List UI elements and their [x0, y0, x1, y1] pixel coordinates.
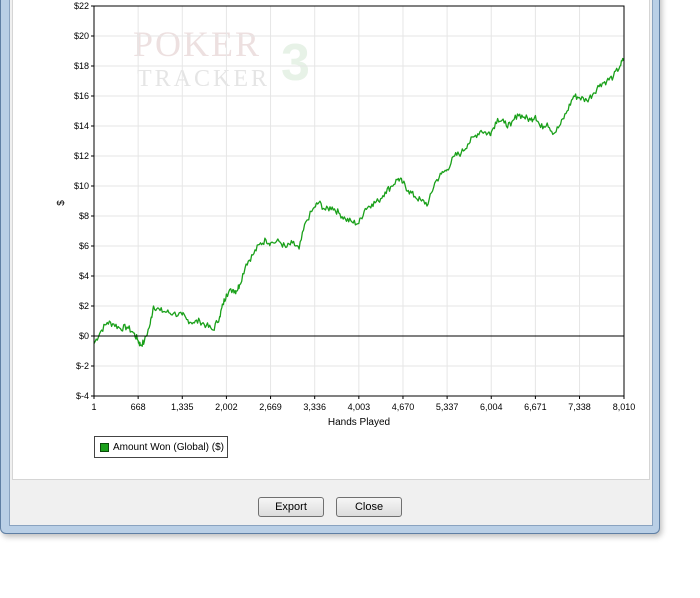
close-button-label: Close	[354, 501, 384, 513]
x-tick-label: 1,335	[171, 402, 194, 412]
y-tick-label: $6	[79, 241, 89, 251]
y-tick-label: $0	[79, 331, 89, 341]
x-tick-label: 6,004	[480, 402, 503, 412]
y-tick-label: $22	[74, 1, 89, 11]
x-tick-label: 3,336	[303, 402, 326, 412]
x-tick-label: 7,338	[568, 402, 591, 412]
export-button-label: Export	[275, 501, 307, 513]
y-tick-label: $4	[79, 271, 89, 281]
y-tick-label: $10	[74, 181, 89, 191]
y-tick-label: $14	[74, 121, 89, 131]
x-tick-label: 4,003	[348, 402, 371, 412]
axes: $-4 $-2 $0 $2 $4 $6 $8 $10 $12 $14 $16 $18 $20 $22 1 66…	[74, 1, 635, 412]
x-tick-label: 8,010	[613, 402, 636, 412]
y-tick-label: $20	[74, 31, 89, 41]
x-tick-label: 5,337	[436, 402, 459, 412]
y-tick-label: $-2	[76, 361, 89, 371]
y-tick-label: $8	[79, 211, 89, 221]
legend-label-amount-won: Amount Won (Global) ($)	[113, 441, 224, 453]
x-tick-label: 2,669	[259, 402, 282, 412]
y-tick-label: $12	[74, 151, 89, 161]
close-button[interactable]: Close	[336, 497, 402, 517]
x-tick-label: 6,671	[524, 402, 547, 412]
grid-lines	[93, 5, 625, 397]
export-button[interactable]: Export	[258, 497, 324, 517]
y-axis-label: $	[56, 200, 67, 206]
x-axis-label: Hands Played	[328, 417, 390, 428]
y-tick-label: $18	[74, 61, 89, 71]
y-tick-label: $16	[74, 91, 89, 101]
x-tick-label: 668	[131, 402, 146, 412]
y-tick-label: $-4	[76, 391, 89, 401]
legend-swatch-amount-won	[100, 442, 109, 452]
x-tick-label: 1	[91, 402, 96, 412]
x-tick-label: 2,002	[215, 402, 238, 412]
x-tick-label: 4,670	[392, 402, 415, 412]
chart-legend: Amount Won (Global) ($)	[94, 436, 228, 458]
y-tick-label: $2	[79, 301, 89, 311]
